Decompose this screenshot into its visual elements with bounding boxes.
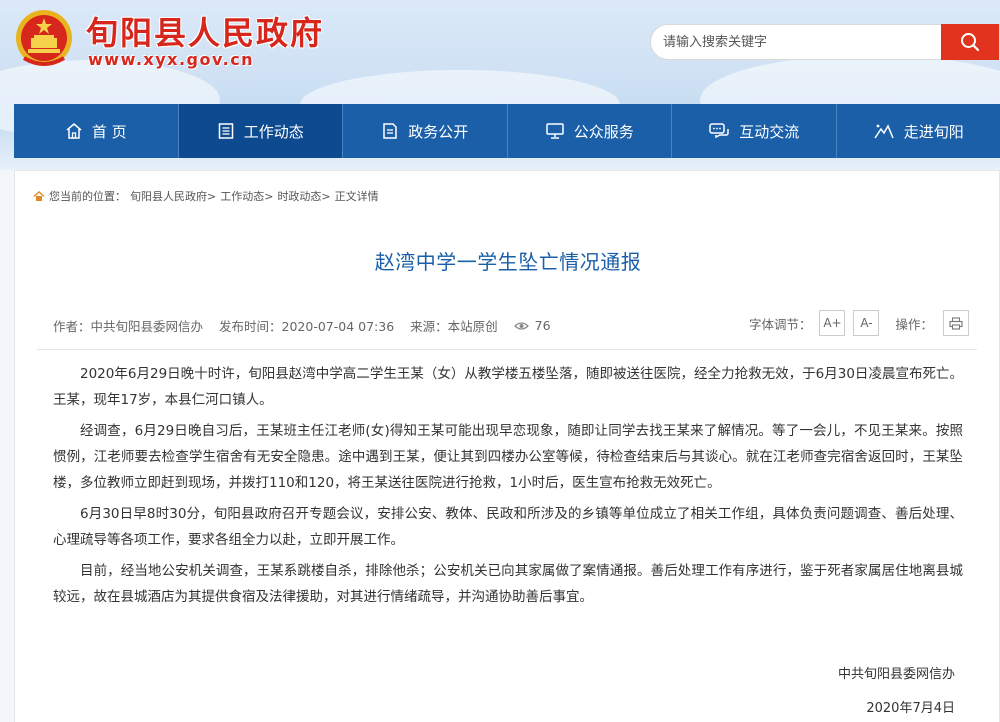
document-list-icon — [218, 123, 233, 139]
article-author: 作者：中共旬阳县委网信办 — [53, 319, 204, 334]
nav-item-about-xunyang[interactable]: 走进旬阳 — [837, 104, 1000, 158]
article-publish-time: 发布时间：2020-07-04 07:36 — [219, 319, 395, 334]
search-box — [650, 24, 1000, 60]
search-button[interactable] — [941, 24, 999, 60]
action-label: 操作： — [895, 316, 933, 332]
article-title: 赵湾中学一学生坠亡情况通报 — [374, 250, 642, 274]
article-views: 76 — [513, 318, 567, 333]
nav-item-home[interactable]: 首 页 — [14, 104, 179, 158]
printer-icon — [949, 316, 963, 330]
breadcrumb-link-home[interactable]: 旬阳县人民政府> — [130, 188, 216, 204]
font-adjust-label: 字体调节： — [748, 316, 812, 332]
article-paragraph: 目前，经当地公安机关调查，王某系跳楼自杀，排除他杀；公安机关已向其家属做了案情通… — [53, 563, 963, 605]
article-paragraph: 6月30日早8时30分，旬阳县政府召开专题会议，安排公安、教体、民政和所涉及的乡… — [53, 506, 963, 548]
site-url: www.xyx.gov.cn — [88, 50, 255, 69]
home-icon — [33, 190, 45, 201]
nav-item-label: 政务公开 — [408, 122, 469, 141]
article-paragraph: 经调查，6月29日晚自习后，王某班主任江老师(女)得知王某可能出现早恋现象，随即… — [53, 423, 963, 491]
view-count: 76 — [534, 318, 551, 333]
home-icon — [66, 123, 82, 139]
font-decrease-button[interactable]: A- — [853, 310, 880, 336]
print-button[interactable] — [943, 310, 969, 336]
mountain-icon — [874, 124, 894, 139]
article-signature: 中共旬阳县委网信办 — [837, 667, 955, 682]
nav-item-label: 走进旬阳 — [903, 122, 964, 141]
breadcrumb: 您当前的位置： 旬阳县人民政府> 工作动态> 时政动态> 正文详情 — [33, 188, 379, 204]
article-body: 2020年6月29日晚十时许，旬阳县赵湾中学高二学生王某（女）从教学楼五楼坠落，… — [53, 361, 963, 615]
article-paragraph: 2020年6月29日晚十时许，旬阳县赵湾中学高二学生王某（女）从教学楼五楼坠落，… — [53, 366, 963, 408]
chat-icon — [709, 123, 729, 139]
eye-icon — [513, 321, 529, 330]
article-tools: 字体调节： A+ A- 操作： — [749, 310, 969, 336]
nav-item-interaction[interactable]: 互动交流 — [672, 104, 837, 158]
national-emblem-icon — [16, 10, 72, 66]
breadcrumb-link-work-news[interactable]: 工作动态> — [220, 188, 273, 204]
nav-item-work-news[interactable]: 工作动态 — [178, 104, 343, 158]
nav-item-public-service[interactable]: 公众服务 — [508, 104, 672, 158]
font-increase-button[interactable]: A+ — [819, 310, 846, 336]
article-source: 来源：本站原创 — [410, 319, 498, 334]
breadcrumb-link-political-news[interactable]: 时政动态> — [277, 188, 330, 204]
breadcrumb-current: 正文详情 — [334, 190, 379, 203]
divider — [37, 349, 977, 350]
article-date: 2020年7月4日 — [866, 701, 955, 716]
nav-item-label: 公众服务 — [573, 122, 634, 141]
breadcrumb-prefix: 您当前的位置： — [49, 190, 126, 203]
article-container: 您当前的位置： 旬阳县人民政府> 工作动态> 时政动态> 正文详情 赵湾中学一学… — [14, 170, 1000, 722]
main-nav: 首 页 工作动态 政务公开 公众服务 互动交流 走进旬阳 — [14, 104, 1000, 158]
search-icon — [961, 33, 980, 52]
nav-item-label: 互动交流 — [739, 122, 800, 141]
nav-item-gov-affairs[interactable]: 政务公开 — [343, 104, 508, 158]
site-title: 旬阳县人民政府 — [86, 14, 325, 52]
file-icon — [383, 123, 397, 139]
monitor-icon — [545, 123, 564, 139]
nav-item-label: 工作动态 — [243, 122, 304, 141]
article-meta: 作者：中共旬阳县委网信办 发布时间：2020-07-04 07:36 来源：本站… — [53, 316, 583, 335]
nav-item-label: 首 页 — [91, 122, 127, 141]
search-input[interactable] — [651, 25, 941, 59]
